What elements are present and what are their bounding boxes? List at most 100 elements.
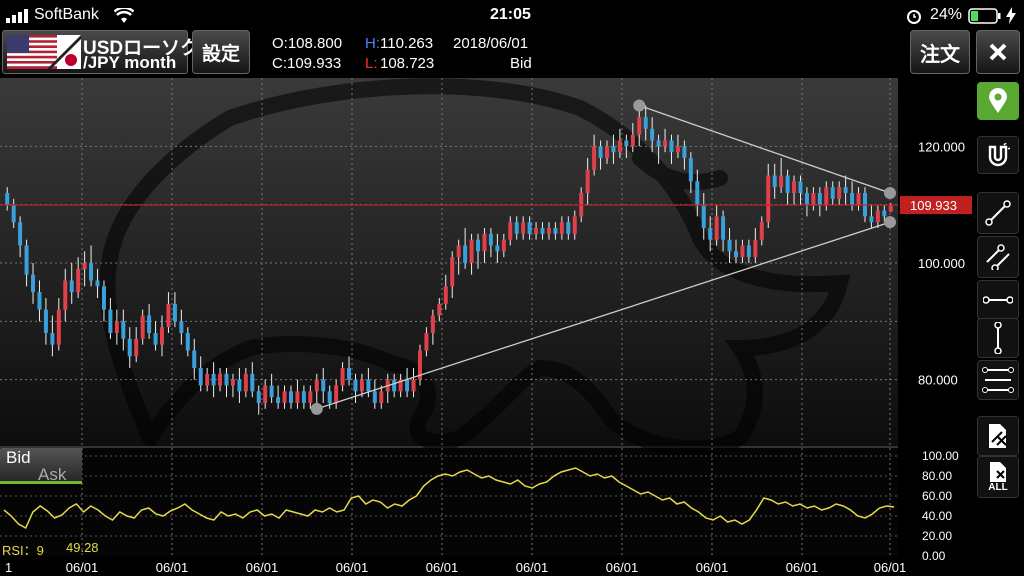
- candle-body: [888, 205, 893, 212]
- candle-body: [514, 222, 519, 234]
- currency-pair-button[interactable]: USDローソク /JPY month: [2, 30, 199, 74]
- candle-body: [295, 391, 300, 403]
- candle-body: [785, 175, 790, 193]
- candle-body: [663, 140, 668, 147]
- candle-body: [843, 187, 848, 193]
- candle-body: [353, 379, 358, 392]
- x-tick-label: 06/01: [246, 560, 279, 575]
- candle-body: [411, 379, 416, 392]
- candle-body: [50, 333, 55, 345]
- vertical-line-button[interactable]: [977, 318, 1019, 358]
- rsi-tick-label: 80.00: [922, 469, 952, 483]
- parallel-line-button[interactable]: [977, 236, 1019, 278]
- close-button[interactable]: [976, 30, 1020, 74]
- candle-body: [721, 216, 726, 240]
- rsi-value: 49.28: [66, 540, 99, 555]
- trendline-handle: [884, 216, 896, 229]
- candle-body: [817, 193, 822, 205]
- candle-body: [340, 368, 345, 386]
- current-price-label: 109.933: [910, 198, 957, 213]
- candle-body: [695, 181, 700, 205]
- candle-body: [527, 222, 532, 234]
- candle-body: [856, 193, 861, 205]
- delete-all-button[interactable]: ALL: [977, 456, 1019, 498]
- bid-ask-toggle[interactable]: Bid Ask: [0, 448, 82, 484]
- clock: 21:05: [490, 6, 531, 23]
- candle-body: [598, 146, 603, 158]
- fibonacci-lines-icon: [982, 367, 1014, 393]
- candle-body: [198, 368, 203, 386]
- candle-body: [643, 117, 648, 129]
- candle-body: [76, 268, 81, 293]
- location-pin-button[interactable]: [977, 82, 1019, 120]
- candle-body: [237, 379, 242, 392]
- candle-body: [256, 391, 261, 403]
- candle-body: [314, 379, 319, 392]
- x-tick-label: 06/01: [696, 560, 729, 575]
- candle-body: [166, 303, 171, 328]
- candle-body: [501, 239, 506, 252]
- order-button[interactable]: 注文: [910, 30, 970, 74]
- candle-body: [230, 379, 235, 386]
- candle-body: [179, 321, 184, 333]
- candle-body: [540, 228, 545, 234]
- candle-body: [766, 175, 771, 223]
- candle-body: [424, 333, 429, 351]
- price-chart[interactable]: 120.000 100.000 80.000 109.933 100.00 80.00 60…: [0, 78, 976, 576]
- candle-body: [366, 379, 371, 392]
- candle-body: [63, 280, 68, 310]
- candle-body: [211, 373, 216, 386]
- candle-body: [792, 181, 797, 193]
- candle-body: [185, 333, 190, 351]
- delete-all-icon: [990, 462, 1006, 482]
- candle-body: [740, 245, 745, 258]
- candle-body: [611, 146, 616, 153]
- candle-body: [456, 245, 461, 258]
- close-icon: [989, 43, 1007, 61]
- candle-body: [463, 245, 468, 263]
- candle-body: [830, 187, 835, 199]
- candle-body: [534, 228, 539, 234]
- candle-body: [521, 222, 526, 234]
- magnet-button[interactable]: [977, 136, 1019, 174]
- candle-body: [759, 222, 764, 240]
- high-value: 110.263: [380, 35, 434, 52]
- candle-body: [572, 216, 577, 234]
- delete-drawing-button[interactable]: [977, 416, 1019, 456]
- price-tick-label: 120.000: [918, 139, 965, 154]
- candle-body: [24, 245, 29, 275]
- candle-body: [372, 391, 377, 403]
- candle-body: [263, 385, 268, 403]
- candle-body: [5, 193, 10, 205]
- settings-button[interactable]: 設定: [192, 30, 250, 74]
- horizontal-line-button[interactable]: [977, 280, 1019, 320]
- bid-label[interactable]: Bid: [6, 448, 31, 468]
- alarm-icon: [907, 10, 921, 24]
- parallel-line-icon: [986, 244, 1010, 270]
- candle-body: [192, 350, 197, 368]
- candle-body: [308, 391, 313, 403]
- candle-body: [708, 228, 713, 240]
- x-tick-label: 06/01: [66, 560, 99, 575]
- magnet-icon: [988, 143, 1010, 167]
- candle-body: [585, 169, 590, 193]
- candle-body: [95, 280, 100, 287]
- candle-body: [250, 373, 255, 392]
- candle-body: [850, 193, 855, 205]
- trendline-handle: [633, 99, 646, 112]
- bid-active-indicator: [0, 481, 82, 484]
- trendline-button[interactable]: [977, 192, 1019, 234]
- candle-body: [82, 263, 87, 269]
- candle-body: [134, 338, 139, 357]
- candle-body: [669, 140, 674, 153]
- candle-body: [656, 140, 661, 147]
- x-tick-label: 06/01: [516, 560, 549, 575]
- candle-body: [108, 309, 113, 333]
- candle-body: [811, 193, 816, 205]
- rsi-tick-label: 0.00: [922, 549, 946, 563]
- candle-body: [69, 280, 74, 293]
- x-tick-label: 06/01: [156, 560, 189, 575]
- fibonacci-lines-button[interactable]: [977, 360, 1019, 400]
- candle-body: [753, 239, 758, 258]
- rsi-tick-label: 60.00: [922, 489, 952, 503]
